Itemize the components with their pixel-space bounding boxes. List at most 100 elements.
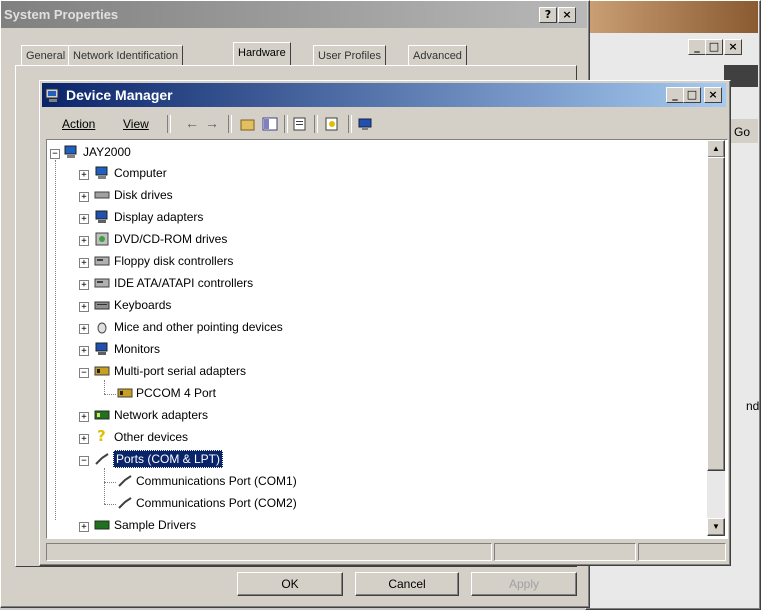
device-manager-window: Device Manager _ □ × Action View ← → ▲ ▼… xyxy=(39,80,731,566)
minimize-button[interactable]: _ xyxy=(666,87,684,103)
tree-item-mice[interactable]: Mice and other pointing devices xyxy=(114,319,283,335)
status-pane-3 xyxy=(638,543,726,561)
collapse-toggle[interactable]: − xyxy=(79,456,89,466)
collapse-toggle[interactable]: − xyxy=(79,368,89,378)
toolbar-separator xyxy=(284,115,288,133)
apply-button[interactable]: Apply xyxy=(471,572,577,596)
ok-button[interactable]: OK xyxy=(237,572,343,596)
expand-toggle[interactable]: + xyxy=(79,214,89,224)
tree-item-pccom-4-port[interactable]: PCCOM 4 Port xyxy=(136,385,216,401)
toolbar-separator xyxy=(228,115,232,133)
tab-advanced[interactable]: Advanced xyxy=(408,45,467,66)
system-properties-title: System Properties xyxy=(4,7,119,22)
computer-root-icon xyxy=(64,145,77,158)
system-properties-close-button[interactable]: × xyxy=(558,7,576,23)
system-properties-titlebar: System Properties ? × xyxy=(1,1,587,28)
ide-controller-icon xyxy=(94,278,110,288)
toolbar-separator xyxy=(167,115,171,133)
scroll-thumb[interactable] xyxy=(707,157,725,471)
mouse-icon xyxy=(97,322,107,334)
tree-item-floppy-disk-controllers[interactable]: Floppy disk controllers xyxy=(114,253,233,269)
tab-user-profiles[interactable]: User Profiles xyxy=(313,45,386,66)
toolbar-separator xyxy=(348,115,352,133)
root-collapse-toggle[interactable]: − xyxy=(50,149,60,159)
go-button[interactable]: Go xyxy=(734,125,750,139)
expand-toggle[interactable]: + xyxy=(79,434,89,444)
tree-item-other-devices[interactable]: Other devices xyxy=(114,429,188,445)
scan-hardware-icon[interactable] xyxy=(358,117,374,131)
show-hide-tree-icon[interactable] xyxy=(262,117,278,131)
tab-hardware[interactable]: Hardware xyxy=(233,42,291,66)
tree-item-com1[interactable]: Communications Port (COM1) xyxy=(136,473,297,489)
maximize-button[interactable]: □ xyxy=(683,87,701,103)
child-tree-branch xyxy=(104,394,116,395)
back-button[interactable]: ← xyxy=(185,115,199,131)
tree-item-dvd-cdrom-drives[interactable]: DVD/CD-ROM drives xyxy=(114,231,227,247)
dvd-drive-icon xyxy=(95,232,109,246)
menu-view[interactable]: View xyxy=(123,117,149,131)
device-manager-app-icon xyxy=(45,88,59,102)
right-window-close-button[interactable]: × xyxy=(724,39,742,55)
expand-toggle[interactable]: + xyxy=(79,280,89,290)
forward-button[interactable]: → xyxy=(205,115,219,131)
tree-root-label[interactable]: JAY2000 xyxy=(83,144,131,160)
right-window-minimize-button[interactable]: _ xyxy=(688,39,706,55)
root-tree-line xyxy=(55,160,56,520)
expand-toggle[interactable]: + xyxy=(79,346,89,356)
child-tree-line xyxy=(104,380,105,394)
port-connector-icon xyxy=(95,453,109,465)
svg-text:?: ? xyxy=(97,428,106,442)
menu-action[interactable]: Action xyxy=(62,117,95,131)
monitor-icon xyxy=(95,342,108,355)
expand-toggle[interactable]: + xyxy=(79,412,89,422)
sample-driver-icon xyxy=(94,520,110,530)
expand-toggle[interactable]: + xyxy=(79,522,89,532)
network-adapter-icon xyxy=(94,410,110,420)
tab-network-identification[interactable]: Network Identification xyxy=(68,45,184,66)
tree-item-sample-drivers[interactable]: Sample Drivers xyxy=(114,517,196,533)
properties-icon[interactable] xyxy=(292,117,308,131)
expand-toggle[interactable]: + xyxy=(79,324,89,334)
cancel-button[interactable]: Cancel xyxy=(355,572,459,596)
floppy-controller-icon xyxy=(94,256,110,266)
child-tree-branch xyxy=(104,504,116,505)
tree-item-display-adapters[interactable]: Display adapters xyxy=(114,209,203,225)
status-pane-2 xyxy=(494,543,636,561)
tree-item-network-adapters[interactable]: Network adapters xyxy=(114,407,208,423)
help-icon[interactable] xyxy=(324,117,340,131)
scroll-up-button[interactable]: ▲ xyxy=(707,140,725,158)
tree-item-ports-selected[interactable]: Ports (COM & LPT) xyxy=(113,450,224,468)
disk-drive-icon xyxy=(94,191,110,199)
status-bar xyxy=(46,541,726,561)
expand-toggle[interactable]: + xyxy=(79,302,89,312)
menu-toolbar: Action View ← → xyxy=(42,109,726,139)
keyboard-icon xyxy=(94,301,110,310)
toolbar-separator xyxy=(314,115,318,133)
expand-toggle[interactable]: + xyxy=(79,258,89,268)
tab-general[interactable]: General xyxy=(21,45,71,66)
tree-item-disk-drives[interactable]: Disk drives xyxy=(114,187,173,203)
device-manager-titlebar[interactable]: Device Manager _ □ × xyxy=(42,83,726,107)
expand-toggle[interactable]: + xyxy=(79,192,89,202)
tree-item-monitors[interactable]: Monitors xyxy=(114,341,160,357)
vertical-scrollbar[interactable]: ▲ ▼ xyxy=(707,140,725,536)
tree-item-ide-controllers[interactable]: IDE ATA/ATAPI controllers xyxy=(114,275,253,291)
device-manager-title: Device Manager xyxy=(66,87,173,103)
tree-item-keyboards[interactable]: Keyboards xyxy=(114,297,171,313)
status-pane-main xyxy=(46,543,492,561)
question-mark-icon: ? xyxy=(97,428,106,442)
right-window-partial-text: nd xyxy=(746,399,760,413)
close-button[interactable]: × xyxy=(704,87,722,103)
device-tree-view: ▲ ▼ − JAY2000 + Computer + Disk drives +… xyxy=(46,139,728,539)
com-port-icon xyxy=(118,497,132,509)
right-window-header xyxy=(586,1,758,33)
up-folder-icon[interactable] xyxy=(240,117,256,131)
expand-toggle[interactable]: + xyxy=(79,236,89,246)
right-window-maximize-button[interactable]: □ xyxy=(705,39,723,55)
tree-item-multiport-serial[interactable]: Multi-port serial adapters xyxy=(114,363,246,379)
expand-toggle[interactable]: + xyxy=(79,170,89,180)
tree-item-computer[interactable]: Computer xyxy=(114,165,167,181)
tree-item-com2[interactable]: Communications Port (COM2) xyxy=(136,495,297,511)
scroll-down-button[interactable]: ▼ xyxy=(707,518,725,536)
help-button[interactable]: ? xyxy=(539,7,557,23)
